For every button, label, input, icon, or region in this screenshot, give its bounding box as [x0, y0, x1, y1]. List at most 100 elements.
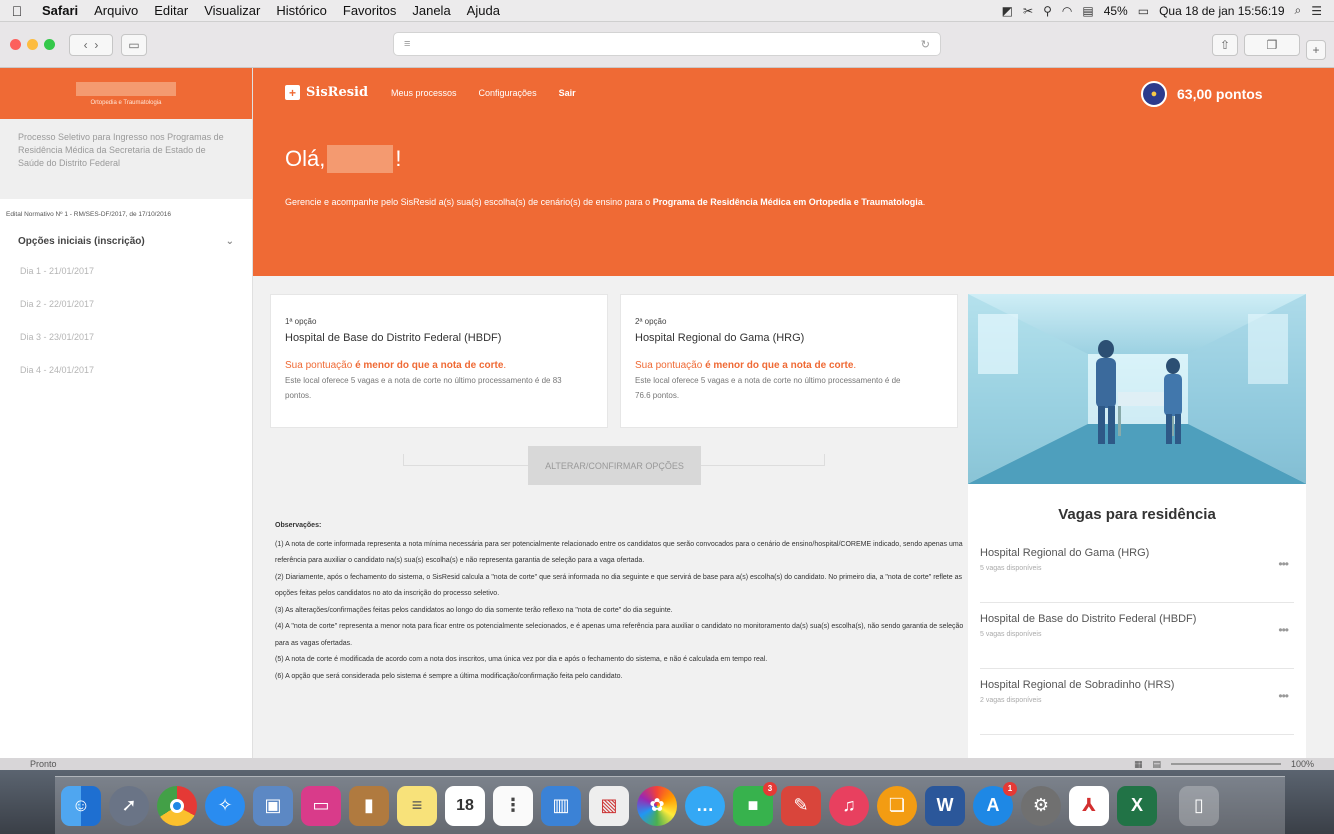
app-store-icon[interactable]: A1: [973, 781, 1017, 826]
corridor-illustration: [968, 294, 1306, 484]
vacancy-count: 5 vagas disponíveis: [980, 565, 1042, 572]
new-tab-button[interactable]: +: [1306, 40, 1326, 60]
intro-end: .: [922, 197, 926, 207]
menubar-status-area: ◩ ✂ ⚲ ◠ ▤ 45% ▭ Qua 18 de jan 15:56:19 ⌕…: [1002, 3, 1334, 18]
zoom-slider[interactable]: [1170, 763, 1281, 765]
points-value: 63,00 pontos: [1177, 86, 1263, 102]
photo-booth-icon[interactable]: ▭: [301, 785, 341, 826]
menu-janela[interactable]: Janela: [404, 3, 458, 18]
photos-icon[interactable]: ✿: [637, 785, 677, 826]
vacancies-title: Vagas para residência: [1058, 506, 1216, 523]
zoom-controls: ▦ ▤ 100%: [1134, 759, 1314, 770]
section-label: Opções iniciais (inscrição): [18, 236, 145, 247]
menu-visualizar[interactable]: Visualizar: [196, 3, 268, 18]
back-arrow-icon[interactable]: ‹: [84, 38, 88, 52]
nav-meus-processos[interactable]: Meus processos: [391, 88, 457, 98]
battery-percent[interactable]: 45%: [1104, 4, 1128, 18]
ibooks-icon[interactable]: ❏: [877, 785, 917, 826]
system-preferences-icon[interactable]: ⚙: [1021, 785, 1061, 826]
vacancy-item[interactable]: Hospital Regional do Gama (HRG) 5 vagas …: [980, 537, 1294, 603]
notes-icon[interactable]: ≡: [397, 785, 437, 826]
word-icon[interactable]: W: [925, 785, 965, 826]
vacancy-item[interactable]: Hospital de Base do Distrito Federal (HB…: [980, 603, 1294, 669]
view-grid-icon[interactable]: ▦: [1134, 759, 1143, 770]
observation-item: (3) As alterações/confirmações feitas pe…: [275, 606, 673, 614]
vacancy-count: 5 vagas disponíveis: [980, 631, 1042, 638]
menu-editar[interactable]: Editar: [146, 3, 196, 18]
alter-confirm-options-button[interactable]: ALTERAR/CONFIRMAR OPÇÕES: [528, 446, 701, 485]
intro-text: Gerencie e acompanhe pelo SisResid a(s) …: [285, 197, 925, 207]
sidebar-item-day-4[interactable]: Dia 4 - 24/01/2017: [0, 354, 252, 387]
minimize-window-button[interactable]: [27, 39, 38, 50]
menu-ajuda[interactable]: Ajuda: [459, 3, 508, 18]
top-nav: Meus processos Configurações Sair: [391, 88, 576, 98]
cleaner-app-icon[interactable]: ✎: [781, 785, 821, 826]
calendar-day: 18: [456, 796, 474, 814]
chrome-icon[interactable]: [157, 785, 197, 826]
apple-menu-icon[interactable]: : [0, 3, 34, 19]
itunes-icon[interactable]: ♫: [829, 785, 869, 826]
view-list-icon[interactable]: ▤: [1152, 759, 1161, 770]
status-prefix: Sua pontuação: [285, 360, 356, 371]
menubar-clock[interactable]: Qua 18 de jan 15:56:19: [1159, 4, 1284, 18]
acrobat-icon[interactable]: ⅄: [1069, 785, 1109, 826]
reminders-icon[interactable]: ⋮: [493, 785, 533, 826]
intro-prefix: Gerencie e acompanhe pelo SisResid a(s) …: [285, 197, 653, 207]
menu-arquivo[interactable]: Arquivo: [86, 3, 146, 18]
zoom-window-button[interactable]: [44, 39, 55, 50]
battery-icon[interactable]: ▭: [1138, 4, 1149, 18]
status-icon[interactable]: ⚲: [1043, 4, 1052, 18]
tabs-icon: ❐: [1266, 38, 1278, 52]
sidebar-section-initial-options[interactable]: Opções iniciais (inscrição) ⌄: [0, 218, 252, 255]
launchpad-icon[interactable]: ➚: [109, 785, 149, 826]
back-forward-buttons[interactable]: ‹ ›: [69, 33, 113, 56]
menu-app-safari[interactable]: Safari: [34, 3, 86, 18]
wifi-icon[interactable]: ◠: [1062, 4, 1072, 18]
menu-favoritos[interactable]: Favoritos: [335, 3, 404, 18]
notification-center-icon[interactable]: ☰: [1311, 4, 1322, 18]
safari-icon[interactable]: ✧: [205, 785, 245, 826]
confirm-options-area: ALTERAR/CONFIRMAR OPÇÕES: [403, 446, 827, 486]
share-icon: ⇧: [1219, 38, 1231, 52]
image-capture-icon[interactable]: ▧: [589, 785, 629, 826]
sidebar-item-day-2[interactable]: Dia 2 - 22/01/2017: [0, 288, 252, 321]
more-options-icon[interactable]: •••: [1278, 557, 1289, 571]
tabs-button[interactable]: ❐: [1244, 34, 1300, 56]
chevron-down-icon[interactable]: ⌄: [226, 236, 234, 247]
reader-icon[interactable]: ≡: [404, 38, 410, 50]
address-bar[interactable]: ≡ ↻: [393, 32, 941, 56]
spotlight-search-icon[interactable]: ⌕: [1295, 3, 1302, 18]
nav-configuracoes[interactable]: Configurações: [479, 88, 537, 98]
nav-sair[interactable]: Sair: [559, 88, 576, 98]
close-window-button[interactable]: [10, 39, 21, 50]
sidebar-toggle-button[interactable]: ▭: [121, 33, 147, 56]
vacancy-item[interactable]: Hospital Regional de Sobradinho (HRS) 2 …: [980, 669, 1294, 735]
excel-icon[interactable]: X: [1117, 785, 1157, 826]
menu-historico[interactable]: Histórico: [268, 3, 335, 18]
finder-icon[interactable]: ☺: [61, 785, 101, 826]
tools-icon[interactable]: ✂: [1023, 4, 1033, 18]
calendar-icon[interactable]: 18: [445, 785, 485, 826]
brand-logo[interactable]: + SisResid: [285, 85, 368, 100]
sidebar-item-day-1[interactable]: Dia 1 - 21/01/2017: [0, 255, 252, 288]
forward-arrow-icon[interactable]: ›: [94, 38, 98, 52]
trash-icon[interactable]: ▯: [1179, 785, 1219, 826]
adobe-icon[interactable]: ◩: [1002, 4, 1013, 18]
plus-logo-icon: +: [285, 85, 300, 100]
medal-icon: ●: [1141, 81, 1167, 107]
preview-icon[interactable]: ▣: [253, 785, 293, 826]
share-button[interactable]: ⇧: [1212, 34, 1238, 56]
more-options-icon[interactable]: •••: [1278, 623, 1289, 637]
messages-icon[interactable]: …: [685, 785, 725, 826]
contacts-icon[interactable]: ▮: [349, 785, 389, 826]
browser-toolbar: ‹ › ▭ ≡ ↻ ⇧ ❐ +: [0, 22, 1334, 68]
keynote-icon[interactable]: ▥: [541, 785, 581, 826]
more-options-icon[interactable]: •••: [1278, 689, 1289, 703]
reload-icon[interactable]: ↻: [921, 38, 930, 51]
vacancy-hospital-name: Hospital de Base do Distrito Federal (HB…: [980, 613, 1197, 625]
sidebar-item-day-3[interactable]: Dia 3 - 23/01/2017: [0, 321, 252, 354]
appstore-badge: 1: [1003, 781, 1017, 796]
flag-icon[interactable]: ▤: [1082, 4, 1093, 18]
process-description: Processo Seletivo para Ingresso nos Prog…: [0, 119, 252, 199]
facetime-icon[interactable]: ■ 3: [733, 781, 777, 826]
